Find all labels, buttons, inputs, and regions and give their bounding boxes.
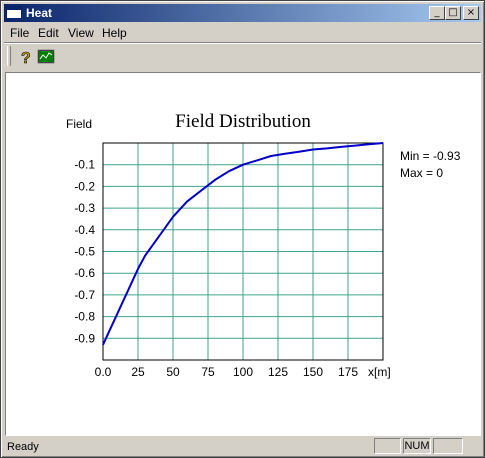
menu-bar: File Edit View Help [4, 23, 481, 42]
minimize-button[interactable]: _ [429, 6, 445, 20]
status-pane-1 [374, 438, 401, 454]
status-pane-num: NUM [403, 438, 431, 454]
y-tick-label: -0.9 [74, 331, 95, 345]
minimize-icon: _ [434, 7, 440, 18]
x-tick-label: 25 [131, 365, 145, 379]
field-distribution-chart: Field Distribution Field x[m] Min = -0.9… [66, 111, 461, 379]
help-button[interactable]: ? [14, 46, 36, 68]
x-tick-label: 75 [201, 365, 215, 379]
chart-button[interactable] [36, 46, 58, 68]
x-tick-label: 125 [268, 365, 288, 379]
min-annotation: Min = -0.93 [400, 149, 461, 163]
y-tick-label: -0.1 [74, 158, 95, 172]
y-tick-label: -0.3 [74, 201, 95, 215]
close-button[interactable]: × [463, 6, 479, 20]
y-tick-label: -0.4 [74, 223, 95, 237]
toolbar: ? [4, 44, 481, 70]
status-pane-3 [433, 438, 463, 454]
chart-icon [37, 49, 55, 64]
y-tick-label: -0.7 [74, 288, 95, 302]
chart-view: Field Distribution Field x[m] Min = -0.9… [5, 72, 481, 436]
toolbar-grip[interactable] [7, 46, 11, 66]
x-tick-label: 175 [338, 365, 358, 379]
status-text: Ready [7, 441, 39, 453]
x-tick-label: 50 [166, 365, 180, 379]
window-title: Heat [26, 6, 53, 20]
maximize-icon: □ [448, 7, 458, 18]
help-icon: ? [21, 50, 31, 68]
menu-file[interactable]: File [10, 25, 29, 41]
maximize-button[interactable]: □ [445, 6, 461, 20]
menu-help[interactable]: Help [102, 25, 127, 41]
max-annotation: Max = 0 [400, 166, 443, 180]
y-tick-label: -0.5 [74, 245, 95, 259]
svg-text:?: ? [21, 50, 31, 67]
x-tick-label: 100 [233, 365, 253, 379]
app-window: Heat _ □ × File Edit View Help ? Field D… [0, 0, 485, 458]
y-tick-label: -0.6 [74, 266, 95, 280]
x-tick-label: 150 [303, 365, 323, 379]
app-window-icon [6, 6, 22, 19]
y-axis-label: Field [66, 117, 92, 131]
y-tick-label: -0.8 [74, 310, 95, 324]
menu-view[interactable]: View [68, 25, 94, 41]
title-bar[interactable]: Heat _ □ × [4, 4, 481, 22]
menu-edit[interactable]: Edit [38, 25, 59, 41]
close-icon: × [466, 7, 476, 18]
x-axis-label: x[m] [368, 365, 391, 379]
x-tick-label: 0.0 [95, 365, 112, 379]
chart-title: Field Distribution [175, 111, 311, 132]
status-bar: Ready NUM [4, 437, 481, 456]
y-tick-label: -0.2 [74, 179, 95, 193]
